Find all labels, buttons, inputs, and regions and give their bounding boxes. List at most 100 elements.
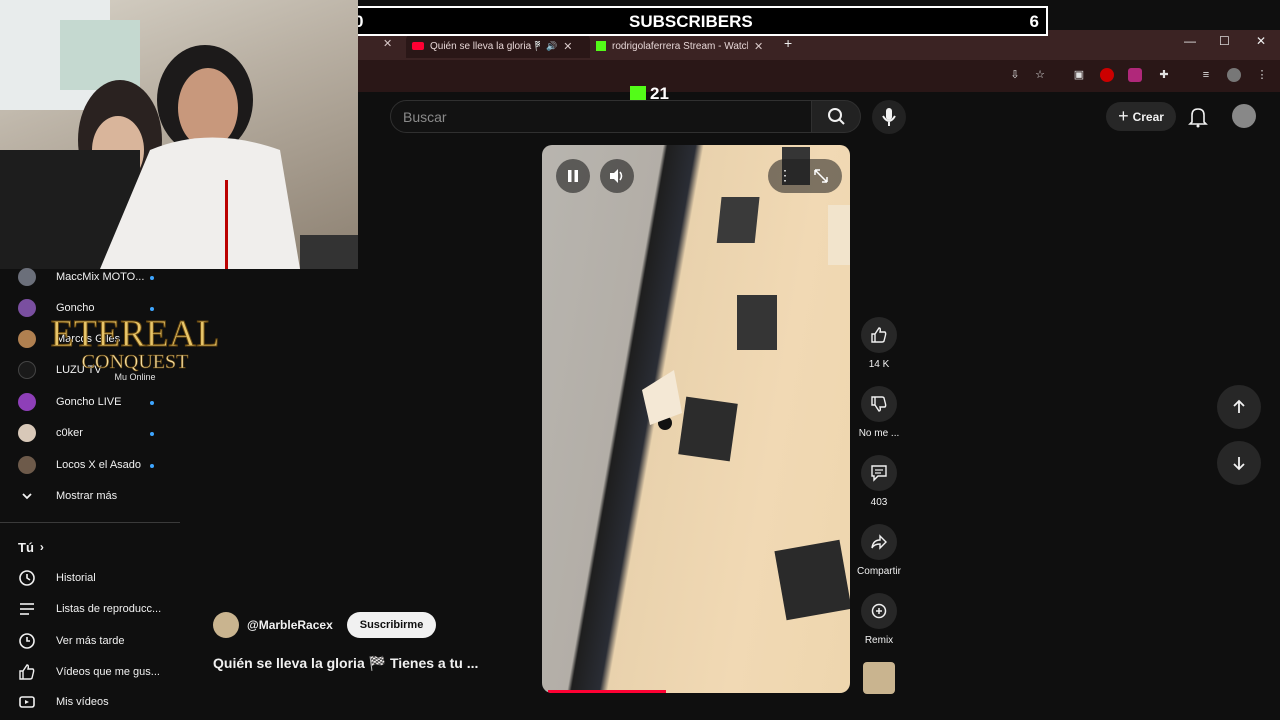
tab-close-icon[interactable]: ✕	[754, 40, 763, 53]
remix-button[interactable]	[861, 593, 897, 629]
pause-button[interactable]	[556, 159, 590, 193]
tab-title: rodrigolaferrera Stream - Watch	[612, 40, 748, 52]
like-count: 14 K	[868, 359, 890, 370]
tab-close-icon[interactable]: ✕	[563, 40, 572, 53]
channel-name: Goncho LIVE	[56, 396, 122, 408]
subscribers-right-count: 6	[1029, 12, 1039, 31]
pause-icon	[568, 170, 578, 182]
live-indicator	[150, 401, 154, 405]
sidebar-item-subscription[interactable]: MaccMix MOTO...	[18, 265, 144, 289]
video-progress-bar[interactable]	[548, 690, 667, 693]
share-action[interactable]: Compartir	[855, 524, 903, 577]
channel-avatar	[18, 268, 36, 286]
puzzle-icon[interactable]: ✚	[1157, 68, 1171, 82]
bookmark-star-icon[interactable]: ☆	[1033, 68, 1047, 82]
you-section-label: Tú	[18, 539, 34, 555]
previous-short-button[interactable]	[1217, 385, 1261, 429]
fullscreen-button[interactable]	[812, 167, 830, 185]
dislike-button[interactable]	[861, 386, 897, 422]
notifications-button[interactable]	[1188, 106, 1208, 133]
extension-red-icon[interactable]	[1100, 68, 1114, 82]
svg-text:Mu Online: Mu Online	[114, 372, 155, 382]
sidebar-item-watch-later[interactable]: Ver más tarde	[18, 629, 124, 653]
arrow-down-icon	[1233, 457, 1245, 471]
new-tab-button[interactable]: +	[784, 35, 792, 51]
comments-action[interactable]: 403	[855, 455, 903, 508]
comments-count: 403	[870, 497, 888, 508]
short-title[interactable]: Quién se lleva la gloria 🏁 Tienes a tu .…	[213, 655, 478, 672]
watch-later-icon	[18, 632, 36, 650]
next-short-button[interactable]	[1217, 441, 1261, 485]
webcam-feed	[0, 0, 358, 269]
menu-kebab-icon[interactable]: ⋮	[1255, 68, 1269, 82]
microphone-icon	[882, 108, 896, 126]
tab-kick[interactable]: rodrigolaferrera Stream - Watch ✕	[596, 34, 766, 58]
short-video-player[interactable]: ⋮	[542, 145, 850, 693]
sidebar-item-label: Vídeos que me gus...	[56, 666, 160, 678]
profile-icon[interactable]	[1227, 68, 1241, 82]
create-button[interactable]: + Crear	[1106, 102, 1176, 131]
sidebar-item-history[interactable]: Historial	[18, 566, 96, 590]
channel-handle[interactable]: @MarbleRacex	[247, 618, 333, 632]
subscribe-button[interactable]: Suscribirme	[346, 612, 437, 638]
channel-avatar	[18, 456, 36, 474]
sidebar-item-playlists[interactable]: Listas de reproducc...	[18, 597, 161, 621]
sidebar-item-label: Ver más tarde	[56, 635, 125, 647]
media-control-icon[interactable]: ≡	[1199, 68, 1213, 82]
sidebar-item-liked-videos[interactable]: Vídeos que me gus...	[18, 660, 160, 684]
dislike-action[interactable]: No me ...	[855, 386, 903, 439]
minimize-button[interactable]: —	[1184, 34, 1196, 48]
share-button[interactable]	[861, 524, 897, 560]
sidebar-divider	[0, 522, 180, 523]
comments-button[interactable]	[861, 455, 897, 491]
tab-close-icon[interactable]: ✕	[383, 37, 392, 50]
channel-avatar	[18, 424, 36, 442]
playlist-icon	[18, 600, 36, 618]
like-action[interactable]: 14 K	[855, 317, 903, 370]
history-icon	[18, 569, 36, 587]
youtube-icon	[412, 42, 424, 50]
you-section-header[interactable]: Tú ›	[18, 535, 44, 559]
channel-avatar	[18, 393, 36, 411]
expand-icon	[814, 169, 828, 183]
sound-thumbnail[interactable]	[863, 662, 895, 694]
more-options-icon[interactable]: ⋮	[776, 167, 794, 185]
bell-icon	[1188, 108, 1208, 128]
channel-name: c0ker	[56, 427, 83, 439]
comment-icon	[871, 465, 887, 482]
sidebar-item-subscription[interactable]: Locos X el Asado	[18, 453, 141, 477]
account-avatar[interactable]	[1232, 104, 1256, 128]
kick-icon	[596, 41, 606, 51]
live-indicator	[150, 276, 154, 280]
voice-search-button[interactable]	[872, 100, 906, 134]
tab-youtube[interactable]: Quién se lleva la gloria 🏁 🔊 ✕	[406, 34, 590, 58]
like-button[interactable]	[861, 317, 897, 353]
subscribers-title: SUBSCRIBERS	[629, 12, 753, 31]
channel-name: Locos X el Asado	[56, 459, 142, 471]
ublock-icon[interactable]	[1128, 68, 1142, 82]
svg-text:CONQUEST: CONQUEST	[82, 351, 189, 373]
thumbs-down-icon	[871, 396, 887, 412]
etereal-conquest-logo: ETEREAL CONQUEST Mu Online	[20, 308, 250, 386]
channel-avatar[interactable]	[213, 612, 239, 638]
sidebar-item-subscription[interactable]: Goncho LIVE	[18, 390, 121, 414]
my-videos-icon	[18, 693, 36, 711]
extension-icon[interactable]: ▣	[1072, 68, 1086, 82]
search-input[interactable]	[391, 101, 815, 132]
sidebar-item-subscription[interactable]: c0ker	[18, 421, 83, 445]
thumbs-up-icon	[871, 327, 887, 343]
speaker-icon: 🔊	[546, 40, 558, 51]
search-button[interactable]	[811, 100, 861, 133]
close-window-button[interactable]: ✕	[1256, 34, 1266, 48]
remix-action[interactable]: Remix	[855, 593, 903, 646]
maximize-button[interactable]: ☐	[1219, 34, 1230, 48]
volume-button[interactable]	[600, 159, 634, 193]
install-app-icon[interactable]: ⇩	[1008, 68, 1022, 82]
show-more-button[interactable]: Mostrar más	[18, 484, 117, 508]
dislike-label: No me ...	[858, 428, 900, 439]
search-icon	[828, 108, 845, 125]
volume-icon	[610, 169, 623, 183]
chevron-right-icon: ›	[39, 540, 44, 554]
sidebar-item-my-videos[interactable]: Mis vídeos	[18, 691, 109, 713]
like-icon	[18, 663, 36, 681]
